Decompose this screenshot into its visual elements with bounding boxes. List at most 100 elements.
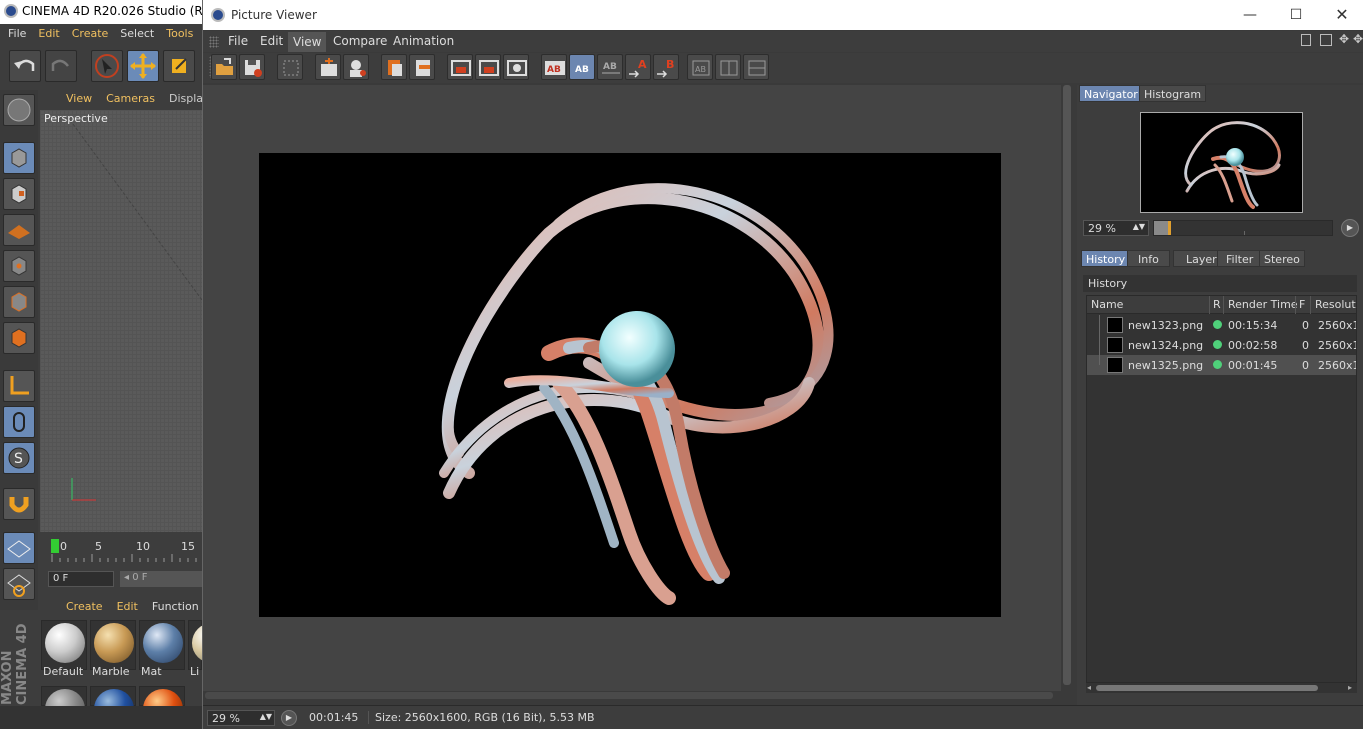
minimize-icon[interactable]: —: [1240, 5, 1260, 25]
tab-stereo[interactable]: Stereo: [1259, 250, 1305, 267]
layout-panel-icon[interactable]: [1301, 34, 1311, 46]
column-header-r[interactable]: R: [1213, 298, 1221, 311]
viewport-menu-cameras[interactable]: Cameras: [106, 92, 155, 108]
ab-compare-button[interactable]: AB: [541, 54, 567, 80]
edges-mode-button[interactable]: [3, 286, 35, 318]
texture-mode-button[interactable]: [3, 178, 35, 210]
workplane-button[interactable]: [3, 214, 35, 246]
navigator-zoom-field[interactable]: 29 % ▲▼: [1083, 220, 1149, 236]
scroll-right-icon[interactable]: ▸: [1348, 683, 1352, 692]
history-horizontal-scrollbar[interactable]: ◂ ▸: [1086, 683, 1357, 693]
canvas-vertical-scrollbar[interactable]: [1061, 85, 1073, 691]
c4d-menu-tools[interactable]: Tools: [166, 27, 193, 44]
navigator-zoom-slider[interactable]: [1153, 220, 1333, 236]
scrollbar-thumb[interactable]: [205, 692, 1053, 699]
column-header-name[interactable]: Name: [1091, 298, 1123, 311]
lock-workplane-button[interactable]: [3, 532, 35, 564]
show-alpha-button[interactable]: [447, 54, 473, 80]
scale-button[interactable]: [163, 50, 195, 82]
navigator-play-button[interactable]: ▶: [1341, 219, 1359, 237]
close-icon[interactable]: ✕: [1332, 5, 1352, 25]
stereo-b-button[interactable]: [715, 54, 741, 80]
column-divider[interactable]: [1209, 296, 1210, 314]
paste-image-button[interactable]: [409, 54, 435, 80]
viewport-menu-display[interactable]: Display: [169, 92, 202, 108]
perspective-viewport[interactable]: [40, 110, 202, 532]
undo-button[interactable]: [9, 50, 41, 82]
status-play-button[interactable]: ▶: [281, 710, 297, 726]
scrollbar-thumb[interactable]: [1063, 85, 1071, 685]
live-select-button[interactable]: [91, 50, 123, 82]
zoom-slider-knob[interactable]: [1168, 221, 1171, 235]
planar-workplane-button[interactable]: [3, 568, 35, 600]
scroll-left-icon[interactable]: ◂: [1087, 683, 1091, 692]
pv-menu-animation[interactable]: Animation: [393, 34, 454, 48]
set-a-button[interactable]: A: [625, 54, 651, 80]
open-button[interactable]: [211, 54, 237, 80]
c4d-menu-edit[interactable]: Edit: [38, 27, 59, 44]
make-editable-button[interactable]: [3, 94, 35, 126]
pv-menu-edit[interactable]: Edit: [260, 34, 283, 48]
material-mat[interactable]: [139, 620, 185, 670]
material-default[interactable]: [41, 620, 87, 670]
material-menu-create[interactable]: Create: [66, 600, 103, 616]
set-b-button[interactable]: B: [653, 54, 679, 80]
column-divider[interactable]: [1223, 296, 1224, 314]
redo-button[interactable]: [45, 50, 77, 82]
axis-mode-button[interactable]: [3, 370, 35, 402]
material-thumb[interactable]: [90, 686, 136, 729]
material-menu-function[interactable]: Function: [152, 600, 199, 616]
material-marble[interactable]: [90, 620, 136, 670]
save-button[interactable]: [239, 54, 265, 80]
layout-grid-icon[interactable]: [1320, 34, 1332, 46]
history-row[interactable]: new1324.png 00:02:58 0 2560x16: [1087, 335, 1356, 355]
show-ab-button[interactable]: [475, 54, 501, 80]
material-li[interactable]: [188, 620, 232, 670]
tab-info[interactable]: Info: [1127, 250, 1170, 267]
current-frame-field[interactable]: 0 F: [48, 571, 114, 587]
render-region-button[interactable]: [315, 54, 341, 80]
compare-button[interactable]: [503, 54, 529, 80]
ab-diff-button[interactable]: AB: [597, 54, 623, 80]
points-mode-button[interactable]: [3, 250, 35, 282]
c4d-menu-create[interactable]: Create: [72, 27, 109, 44]
pv-menu-view[interactable]: View: [288, 32, 327, 52]
model-mode-button[interactable]: [3, 142, 35, 174]
viewport-menu-view[interactable]: View: [66, 92, 92, 108]
render-settings-button[interactable]: [343, 54, 369, 80]
frame-range-slider[interactable]: ◂ 0 F: [120, 571, 202, 587]
stereo-c-button[interactable]: [743, 54, 769, 80]
tweak-mode-button[interactable]: [3, 406, 35, 438]
pv-menu-compare[interactable]: Compare: [333, 34, 387, 48]
navigator-thumbnail[interactable]: [1140, 112, 1303, 213]
history-row-selected[interactable]: new1325.png 00:01:45 0 2560x16: [1087, 355, 1356, 375]
stereo-a-button[interactable]: AB: [687, 54, 713, 80]
polygons-mode-button[interactable]: [3, 322, 35, 354]
column-divider[interactable]: [1310, 296, 1311, 314]
column-header-resolution[interactable]: Resoluti: [1315, 298, 1356, 311]
column-header-render-time[interactable]: Render Time: [1228, 298, 1298, 311]
material-thumb[interactable]: [41, 686, 87, 729]
snap-button[interactable]: S: [3, 442, 35, 474]
grid-button[interactable]: [277, 54, 303, 80]
scrollbar-thumb[interactable]: [1096, 685, 1318, 691]
c4d-menu-select[interactable]: Select: [120, 27, 154, 44]
tab-histogram[interactable]: Histogram: [1139, 85, 1207, 102]
move-button[interactable]: [127, 50, 159, 82]
expand-icon[interactable]: ✥: [1353, 32, 1363, 46]
tab-filter[interactable]: Filter: [1217, 250, 1263, 267]
copy-image-button[interactable]: [381, 54, 407, 80]
magnet-button[interactable]: [3, 488, 35, 520]
status-zoom-field[interactable]: 29 % ▲▼: [207, 710, 275, 726]
column-divider[interactable]: [1295, 296, 1296, 314]
maximize-icon[interactable]: ☐: [1286, 5, 1306, 25]
timeline-ruler[interactable]: 0 5 10 15: [40, 536, 202, 564]
move-handle-icon[interactable]: ✥: [1339, 32, 1351, 46]
column-header-frame[interactable]: F: [1299, 298, 1305, 311]
c4d-menu-file[interactable]: File: [8, 27, 26, 44]
timeline-playhead[interactable]: [51, 539, 59, 553]
spinner-arrows-icon[interactable]: ▲▼: [1133, 222, 1145, 231]
ab-split-button[interactable]: AB: [569, 54, 595, 80]
tab-history[interactable]: History: [1081, 250, 1131, 267]
material-thumb[interactable]: [139, 686, 185, 729]
